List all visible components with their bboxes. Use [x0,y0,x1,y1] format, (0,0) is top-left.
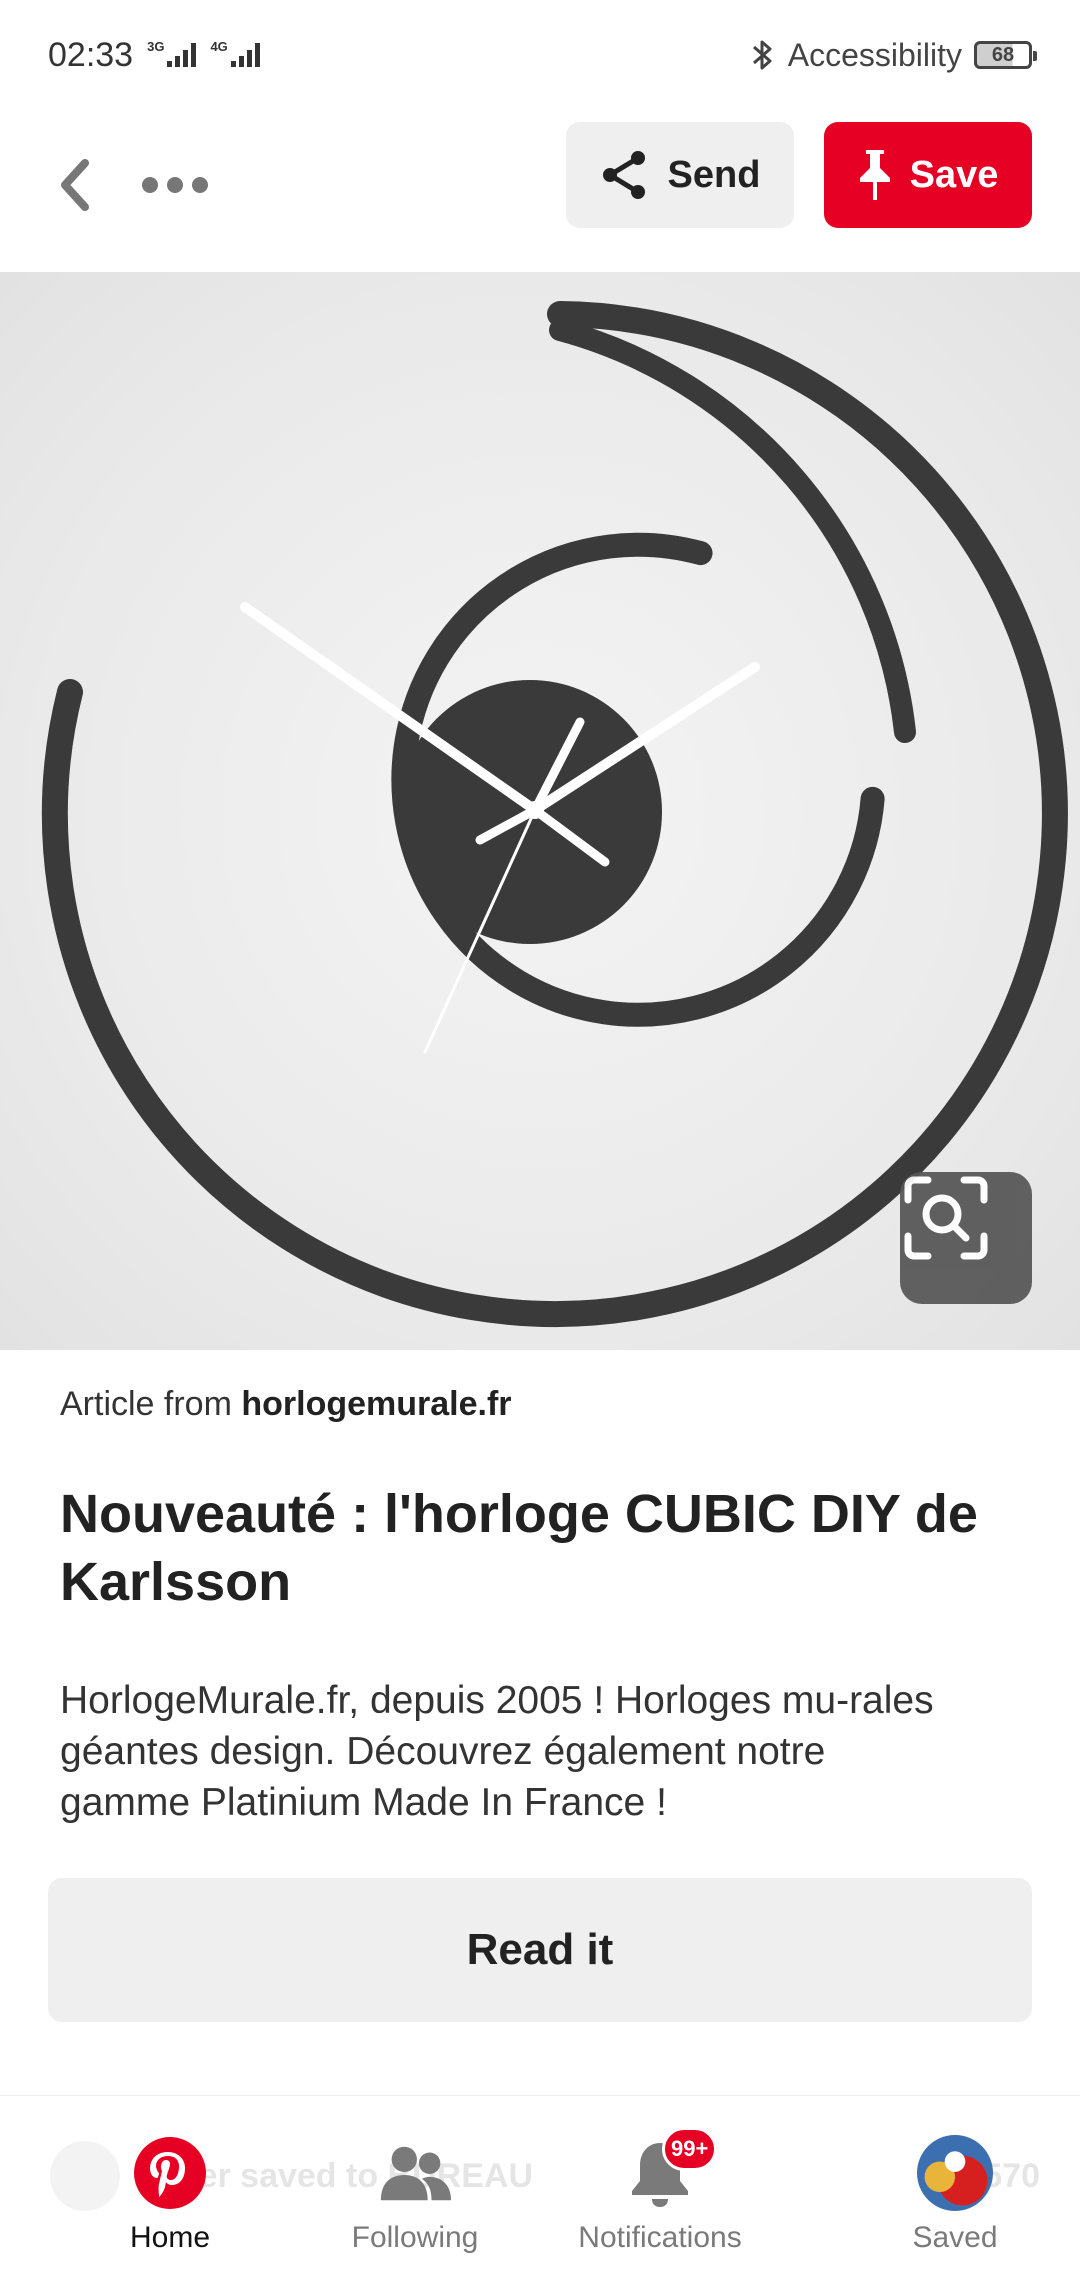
profile-avatar [917,2135,993,2211]
nav-home[interactable]: Home [0,2120,340,2280]
chevron-left-icon [61,159,89,211]
avatar [917,2135,993,2211]
article-source[interactable]: Article from horlogemurale.fr [60,1385,512,1424]
read-it-label: Read it [466,1925,614,1974]
source-prefix: Article from [60,1385,232,1423]
lens-search-icon [904,1176,988,1260]
signal-4g-icon: 4G [210,39,260,67]
accessibility-label: Accessibility [787,36,962,73]
nav-saved-label: Saved [912,2221,998,2254]
status-left: 02:33 3G 4G [48,36,260,75]
pushpin-icon [859,150,890,200]
battery-level: 68 [991,43,1015,66]
status-right: Accessibility 68 [750,36,1037,74]
more-dot-icon [192,177,208,193]
nav-following-label: Following [351,2221,479,2254]
people-icon [377,2135,453,2211]
network-type-4g: 4G [210,39,228,54]
source-domain[interactable]: horlogemurale.fr [241,1385,511,1423]
pin-description: HorlogeMurale.fr, depuis 2005 ! Horloges… [60,1679,934,1824]
nav-notifications[interactable]: 99+ Notifications [490,2120,830,2280]
pin-image[interactable] [0,272,1080,1350]
status-time: 02:33 [48,35,134,74]
pinterest-logo-icon [132,2135,208,2211]
bluetooth-icon [752,40,772,70]
more-dot-icon [167,177,183,193]
nav-home-label: Home [129,2221,211,2254]
send-button[interactable]: Send [566,122,794,228]
back-button[interactable] [40,150,110,220]
status-bar: 02:33 3G 4G Accessibility 68 [0,0,1080,110]
save-label: Save [909,153,999,196]
bell-icon: 99+ [622,2127,718,2211]
share-icon [602,151,645,199]
network-type-3g: 3G [147,39,165,54]
pin-title: Nouveauté : l'horloge CUBIC DIY de Karls… [60,1484,978,1612]
nav-saved[interactable]: Saved [830,2120,1080,2280]
signal-3g-icon: 3G [147,39,197,67]
save-button[interactable]: Save [824,122,1032,228]
pin-action-bar: Send Save [0,110,1080,270]
nav-notifications-label: Notifications [578,2221,742,2254]
send-label: Send [667,153,761,196]
visual-search-button[interactable] [900,1172,1032,1304]
nav-following[interactable]: Following [340,2120,490,2280]
read-it-button[interactable]: Read it [48,1878,1032,2022]
bottom-navigation: Home Following 99+ Notifications Saved [0,2120,1080,2280]
notification-badge: 99+ [662,2127,718,2171]
more-options-button[interactable] [130,150,220,220]
battery-icon: 68 [974,41,1037,69]
more-dot-icon [142,177,158,193]
